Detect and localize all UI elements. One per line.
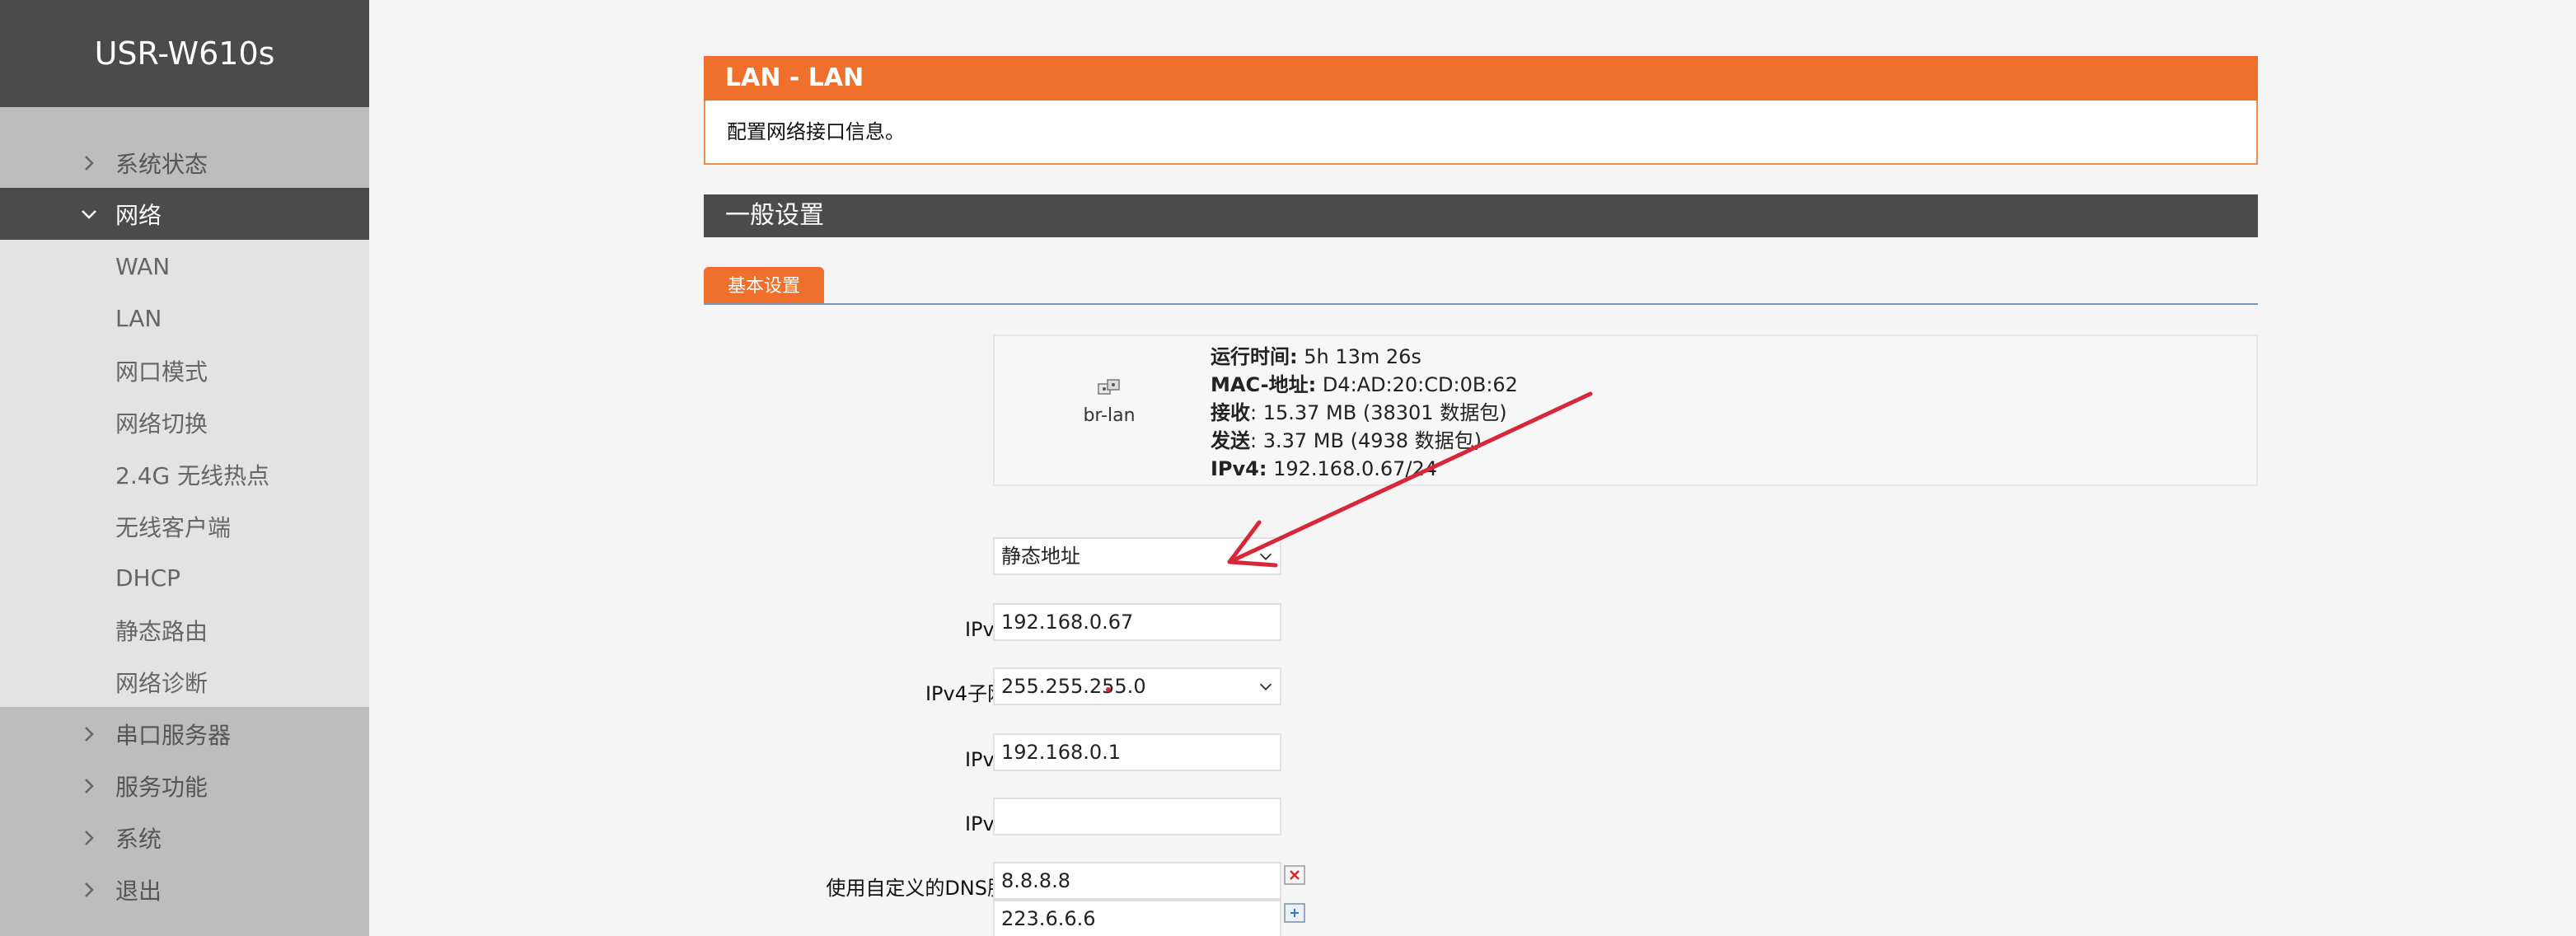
annotation-arrow [1227,391,1593,568]
annotation-dot [1106,687,1111,692]
